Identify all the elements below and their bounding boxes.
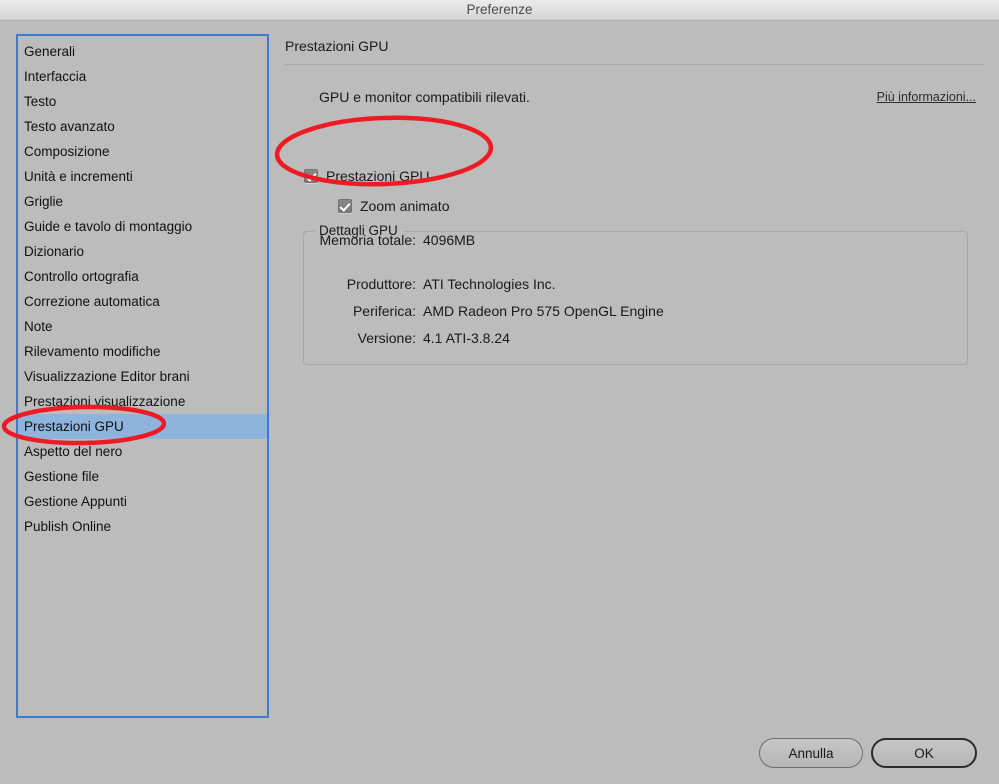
- sidebar-item-prestazioni-visualizzazione[interactable]: Prestazioni visualizzazione: [18, 389, 267, 414]
- preferences-category-list[interactable]: Generali Interfaccia Testo Testo avanzato Co…: [16, 34, 269, 718]
- sidebar-item-label: Griglie: [24, 194, 64, 209]
- detail-value: 4096MB: [423, 232, 476, 248]
- sidebar-item-label: Correzione automatica: [24, 294, 160, 309]
- sidebar-item-composizione[interactable]: Composizione: [18, 139, 267, 164]
- title-divider: [285, 64, 983, 65]
- sidebar-item-interfaccia[interactable]: Interfaccia: [18, 64, 267, 89]
- sidebar-item-label: Gestione file: [24, 469, 100, 484]
- gpu-performance-checkbox-label: Prestazioni GPU: [326, 168, 430, 184]
- sidebar-item-label: Note: [24, 319, 53, 334]
- sidebar-list: Generali Interfaccia Testo Testo avanzato Co…: [18, 39, 267, 539]
- gpu-details-group: Dettagli GPU Produttore: ATI Technologie…: [303, 223, 968, 365]
- sidebar-item-label: Composizione: [24, 144, 110, 159]
- sidebar-item-publish-online[interactable]: Publish Online: [18, 514, 267, 539]
- sidebar-item-label: Dizionario: [24, 244, 85, 259]
- sidebar-item-gestione-file[interactable]: Gestione file: [18, 464, 267, 489]
- more-info-link[interactable]: Più informazioni...: [877, 90, 976, 104]
- sidebar-item-label: Interfaccia: [24, 69, 87, 84]
- detail-row: Versione: 4.1 ATI-3.8.24: [304, 330, 967, 346]
- sidebar-item-label: Testo avanzato: [24, 119, 115, 134]
- sidebar-item-visualizzazione-editor-brani[interactable]: Visualizzazione Editor brani: [18, 364, 267, 389]
- sidebar-item-correzione-automatica[interactable]: Correzione automatica: [18, 289, 267, 314]
- sidebar-item-label: Prestazioni GPU: [24, 419, 124, 434]
- sidebar-item-label: Gestione Appunti: [24, 494, 127, 509]
- page-title: Prestazioni GPU: [285, 38, 389, 54]
- intro-text: GPU e monitor compatibili rilevati.: [319, 89, 530, 105]
- sidebar-item-unit-e-incrementi[interactable]: Unità e incrementi: [18, 164, 267, 189]
- sidebar-item-label: Rilevamento modifiche: [24, 344, 161, 359]
- sidebar-item-rilevamento-modifiche[interactable]: Rilevamento modifiche: [18, 339, 267, 364]
- detail-label: Periferica:: [352, 303, 416, 319]
- ok-button[interactable]: OK: [871, 738, 977, 768]
- sidebar-item-dizionario[interactable]: Dizionario: [18, 239, 267, 264]
- detail-value: AMD Radeon Pro 575 OpenGL Engine: [423, 303, 664, 319]
- gpu-performance-checkbox-row[interactable]: Prestazioni GPU: [304, 168, 429, 184]
- sidebar-item-label: Prestazioni visualizzazione: [24, 394, 186, 409]
- window-titlebar: Preferenze: [0, 0, 999, 21]
- preferences-dialog: Preferenze Generali Interfaccia Testo Testo…: [0, 0, 999, 784]
- detail-label: Produttore:: [346, 276, 416, 292]
- detail-label: Memoria totale:: [319, 232, 416, 248]
- animated-zoom-checkbox-label: Zoom animato: [360, 198, 450, 214]
- animated-zoom-checkbox-row[interactable]: Zoom animato: [338, 198, 449, 214]
- detail-row: Memoria totale: 4096MB: [304, 232, 967, 248]
- sidebar-item-label: Publish Online: [24, 519, 112, 534]
- detail-label: Versione:: [357, 330, 416, 346]
- detail-row: Periferica: AMD Radeon Pro 575 OpenGL En…: [304, 303, 967, 319]
- sidebar-item-controllo-ortografia[interactable]: Controllo ortografia: [18, 264, 267, 289]
- content-pane: Prestazioni GPU GPU e monitor compatibil…: [285, 34, 983, 724]
- sidebar-item-guide-e-tavolo-di-montaggio[interactable]: Guide e tavolo di montaggio: [18, 214, 267, 239]
- sidebar-item-label: Guide e tavolo di montaggio: [24, 219, 193, 234]
- sidebar-item-label: Generali: [24, 44, 76, 59]
- cancel-button[interactable]: Annulla: [759, 738, 863, 768]
- detail-row: Produttore: ATI Technologies Inc.: [304, 276, 967, 292]
- animated-zoom-checkbox[interactable]: [338, 199, 352, 213]
- sidebar-item-testo-avanzato[interactable]: Testo avanzato: [18, 114, 267, 139]
- gpu-performance-checkbox[interactable]: [304, 169, 318, 183]
- sidebar-item-note[interactable]: Note: [18, 314, 267, 339]
- sidebar-item-griglie[interactable]: Griglie: [18, 189, 267, 214]
- sidebar-item-gestione-appunti[interactable]: Gestione Appunti: [18, 489, 267, 514]
- detail-value: ATI Technologies Inc.: [423, 276, 556, 292]
- sidebar-item-testo[interactable]: Testo: [18, 89, 267, 114]
- sidebar-item-label: Aspetto del nero: [24, 444, 123, 459]
- sidebar-item-label: Visualizzazione Editor brani: [24, 369, 190, 384]
- sidebar-item-label: Testo: [24, 94, 57, 109]
- sidebar-item-label: Controllo ortografia: [24, 269, 139, 284]
- sidebar-item-generali[interactable]: Generali: [18, 39, 267, 64]
- sidebar-item-prestazioni-gpu[interactable]: Prestazioni GPU: [18, 414, 267, 439]
- detail-value: 4.1 ATI-3.8.24: [423, 330, 510, 346]
- sidebar-item-aspetto-del-nero[interactable]: Aspetto del nero: [18, 439, 267, 464]
- sidebar-item-label: Unità e incrementi: [24, 169, 133, 184]
- window-title: Preferenze: [466, 2, 533, 17]
